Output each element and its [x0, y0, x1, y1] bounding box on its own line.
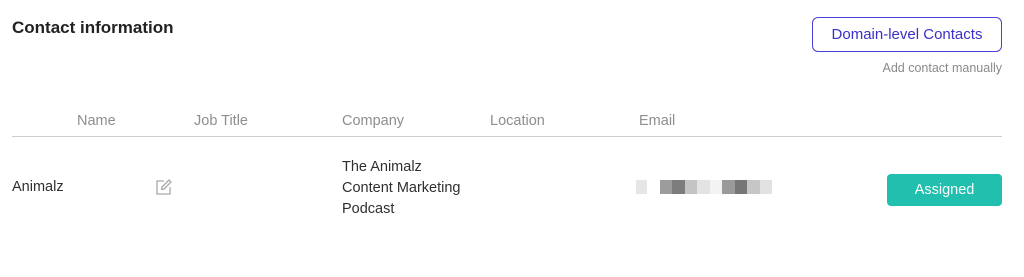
contact-company: The Animalz Content Marketing Podcast: [342, 157, 460, 220]
contact-information-panel: Contact information Domain-level Contact…: [0, 0, 1024, 277]
column-header-company: Company: [342, 113, 405, 129]
header-divider: [12, 136, 1002, 137]
column-header-name: Name: [77, 113, 116, 129]
company-line: The Animalz: [342, 159, 422, 175]
column-header-location: Location: [490, 113, 545, 129]
column-header-job-title: Job Title: [194, 113, 248, 129]
section-title: Contact information: [12, 18, 174, 37]
assigned-button[interactable]: Assigned: [887, 174, 1002, 206]
add-contact-manually-link[interactable]: Add contact manually: [882, 61, 1002, 75]
contact-email-redacted: [636, 180, 772, 194]
contact-name: Animalz: [12, 179, 64, 195]
company-line: Content Marketing: [342, 180, 461, 196]
company-line: Podcast: [342, 201, 395, 217]
edit-icon[interactable]: [154, 178, 173, 197]
column-header-email: Email: [639, 113, 676, 129]
domain-level-contacts-button[interactable]: Domain-level Contacts: [812, 17, 1002, 52]
